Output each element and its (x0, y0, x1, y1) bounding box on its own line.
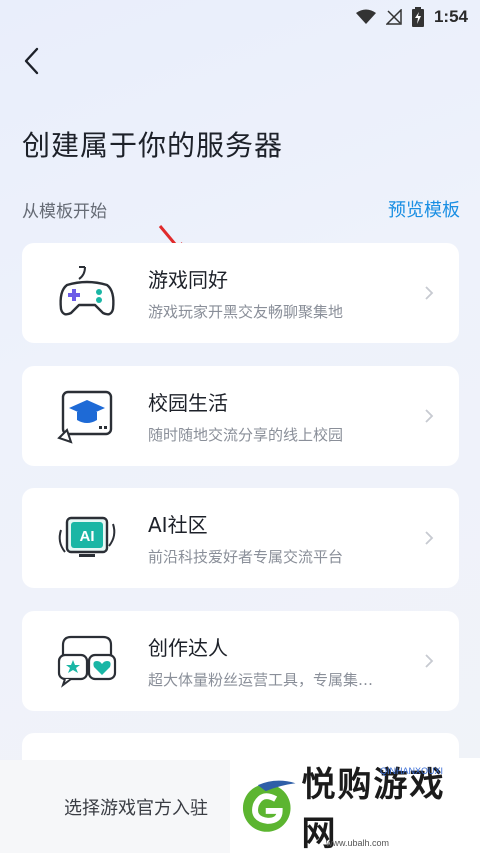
page-title: 创建属于你的服务器 (22, 129, 284, 162)
no-signal-icon (385, 9, 402, 25)
card-title: AI社区 (148, 513, 208, 537)
official-entry-text: 选择游戏官方入驻 (64, 797, 208, 819)
card-title: 校园生活 (148, 391, 228, 415)
template-card-ai[interactable]: AI AI社区 前沿科技爱好者专属交流平台 (22, 488, 459, 588)
card-title: 游戏同好 (148, 268, 228, 292)
watermark-logo-icon (242, 780, 296, 832)
card-subtitle: 随时随地交流分享的线上校园 (148, 426, 344, 444)
chevron-right-icon (419, 530, 439, 546)
status-bar: 1:54 (0, 0, 480, 34)
card-subtitle: 超大体量粉丝运营工具，专属集… (148, 671, 374, 689)
gamepad-icon (42, 243, 132, 343)
graduation-cap-icon (42, 366, 132, 466)
back-button[interactable] (16, 44, 46, 78)
chevron-right-icon (419, 285, 439, 301)
template-card-campus[interactable]: 校园生活 随时随地交流分享的线上校园 (22, 366, 459, 466)
card-subtitle: 游戏玩家开黑交友畅聊聚集地 (148, 303, 344, 321)
chevron-right-icon (419, 408, 439, 424)
watermark-url: www.ubalh.com (326, 838, 390, 848)
watermark-tag: QINHANXOUXI (380, 766, 444, 776)
section-label: 从模板开始 (22, 201, 107, 222)
wifi-icon (355, 9, 376, 24)
preview-templates-link[interactable]: 预览模板 (388, 196, 460, 222)
chevron-left-icon (24, 47, 39, 75)
ai-icon: AI (42, 488, 132, 588)
template-card-gaming[interactable]: 游戏同好 游戏玩家开黑交友畅聊聚集地 (22, 243, 459, 343)
section-header: 从模板开始 预览模板 (22, 196, 460, 222)
chat-bubbles-icon (42, 611, 132, 711)
status-time: 1:54 (433, 7, 468, 26)
watermark: 悦购游戏网 QINHANXOUXI www.ubalh.com (230, 758, 480, 853)
chevron-right-icon (419, 653, 439, 669)
template-card-creators[interactable]: 创作达人 超大体量粉丝运营工具，专属集… (22, 611, 459, 711)
card-subtitle: 前沿科技爱好者专属交流平台 (148, 548, 344, 566)
battery-charging-icon (411, 7, 424, 27)
card-title: 创作达人 (148, 636, 228, 660)
svg-text:AI: AI (80, 528, 95, 545)
